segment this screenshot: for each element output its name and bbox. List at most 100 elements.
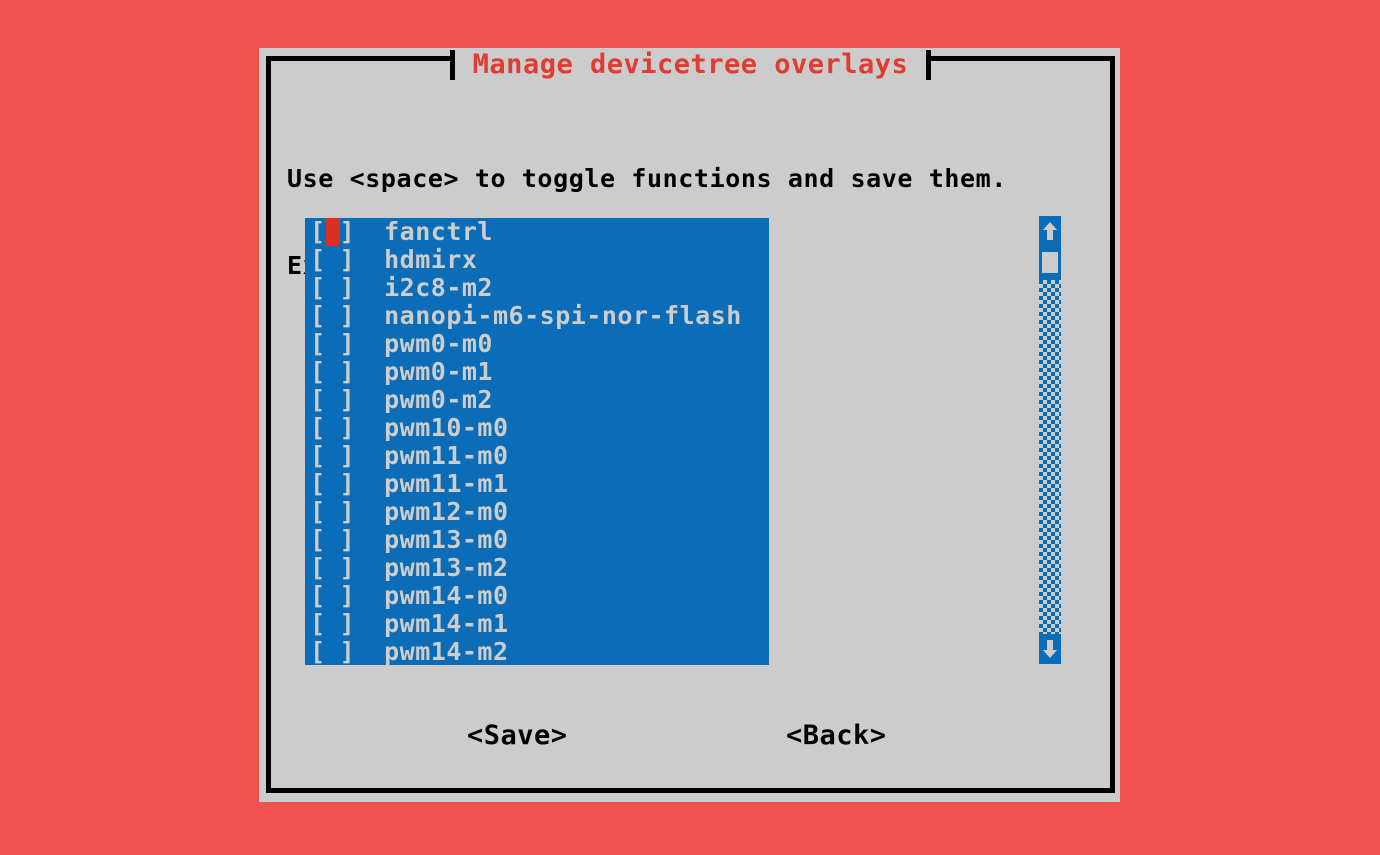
checkbox-mark (326, 414, 340, 442)
list-item[interactable]: [ ] pwm10-m0 (305, 414, 769, 442)
scrollbar-track[interactable] (1039, 280, 1061, 634)
checkbox[interactable]: [ ] (310, 442, 355, 470)
list-item[interactable]: [ ] hdmirx (305, 246, 769, 274)
list-item-label: pwm0-m0 (384, 329, 493, 358)
checkbox[interactable]: [ ] (310, 498, 355, 526)
list-item[interactable]: [ ] pwm0-m0 (305, 330, 769, 358)
checkbox-bracket-open: [ (310, 525, 326, 554)
checkbox-bracket-open: [ (310, 329, 326, 358)
checkbox-bracket-open: [ (310, 441, 326, 470)
list-item-label: hdmirx (384, 245, 478, 274)
list-item-label: pwm14-m2 (384, 637, 509, 666)
scrollbar-down-button[interactable] (1039, 634, 1061, 664)
list-item[interactable]: [ ] pwm14-m1 (305, 610, 769, 638)
checkbox-bracket-close: ] (339, 497, 356, 526)
checkbox-bracket-open: [ (310, 245, 326, 274)
list-item-label: pwm10-m0 (384, 413, 509, 442)
checkbox-mark (326, 358, 340, 386)
list-item[interactable]: [ ] pwm0-m1 (305, 358, 769, 386)
checkbox[interactable]: [ ] (310, 274, 355, 302)
checkbox-mark (326, 610, 340, 638)
checkbox-bracket-open: [ (310, 497, 326, 526)
list-item-label: nanopi-m6-spi-nor-flash (384, 301, 742, 330)
screen: Manage devicetree overlays Use <space> t… (0, 0, 1380, 855)
list-item-label: pwm13-m2 (384, 553, 509, 582)
checkbox[interactable]: [ ] (310, 218, 355, 246)
checkbox-bracket-close: ] (339, 273, 356, 302)
checkbox-bracket-open: [ (310, 357, 326, 386)
list-item-label: pwm12-m0 (384, 497, 509, 526)
list-item[interactable]: [ ] pwm13-m2 (305, 554, 769, 582)
checkbox-mark (326, 498, 340, 526)
checkbox-bracket-open: [ (310, 637, 326, 666)
checkbox[interactable]: [ ] (310, 526, 355, 554)
list-item-label: pwm0-m1 (384, 357, 493, 386)
list-item-label: pwm13-m0 (384, 525, 509, 554)
checkbox-bracket-close: ] (339, 525, 356, 554)
checkbox[interactable]: [ ] (310, 610, 355, 638)
checkbox-mark (326, 302, 340, 330)
checkbox-bracket-open: [ (310, 469, 326, 498)
checkbox-mark (326, 330, 340, 358)
checkbox[interactable]: [ ] (310, 637, 356, 666)
checkbox-bracket-close: ] (339, 581, 356, 610)
list-item[interactable]: [ ] pwm11-m0 (305, 442, 769, 470)
list-item[interactable]: [ ] pwm13-m0 (305, 526, 769, 554)
overlay-checklist[interactable]: [ ] fanctrl [ ] hdmirx [ ] i2c8-m2 [ ] nanopi-m… (305, 218, 769, 665)
list-item[interactable]: [ ] nanopi-m6-spi-nor-flash (305, 302, 769, 330)
checkbox[interactable]: [ ] (310, 386, 355, 414)
list-item-label: pwm14-m0 (384, 581, 509, 610)
list-item-label: pwm14-m1 (384, 609, 509, 638)
checkbox-bracket-open: [ (310, 385, 326, 414)
checkbox-bracket-open: [ (310, 553, 326, 582)
checkbox-mark (326, 526, 340, 554)
checkbox-bracket-close: ] (339, 245, 356, 274)
checkbox-bracket-close: ] (339, 218, 356, 246)
list-item[interactable]: [ ] pwm14-m0 (305, 582, 769, 610)
checkbox-mark (326, 246, 340, 274)
save-button[interactable]: <Save> (467, 720, 568, 752)
checkbox-bracket-close: ] (339, 357, 356, 386)
checkbox[interactable]: [ ] (310, 302, 355, 330)
list-item[interactable]: [ ] i2c8-m2 (305, 274, 769, 302)
checkbox-bracket-close: ] (339, 637, 356, 666)
list-item[interactable]: [ ] pwm12-m0 (305, 498, 769, 526)
checkbox[interactable]: [ ] (310, 582, 355, 610)
checkbox[interactable]: [ ] (310, 470, 355, 498)
scrollbar-up-button[interactable] (1039, 216, 1061, 246)
checkbox-bracket-open: [ (310, 581, 326, 610)
checkbox-bracket-close: ] (339, 441, 356, 470)
checkbox-bracket-open: [ (310, 218, 326, 246)
scrollbar[interactable] (1039, 216, 1061, 664)
list-item[interactable]: [ ] fanctrl (305, 218, 769, 246)
checkbox[interactable]: [ ] (310, 330, 355, 358)
list-item-label: pwm0-m2 (384, 385, 493, 414)
scrollbar-thumb[interactable] (1042, 252, 1058, 273)
list-item[interactable]: [ ] pwm11-m1 (305, 470, 769, 498)
checkbox-mark (326, 442, 340, 470)
checkbox-bracket-close: ] (339, 553, 356, 582)
checkbox-bracket-open: [ (310, 273, 326, 302)
checkbox-bracket-close: ] (339, 609, 356, 638)
checkbox-mark (326, 638, 340, 665)
checkbox-bracket-close: ] (339, 301, 356, 330)
arrow-up-icon (1042, 221, 1058, 241)
checkbox-mark (326, 470, 340, 498)
checkbox[interactable]: [ ] (310, 554, 355, 582)
checkbox-bracket-close: ] (339, 469, 356, 498)
checkbox-bracket-close: ] (339, 413, 356, 442)
checkbox-bracket-close: ] (339, 385, 356, 414)
arrow-down-icon (1042, 639, 1058, 659)
checkbox-mark (326, 554, 340, 582)
list-item-label: i2c8-m2 (384, 273, 493, 302)
list-item-label: pwm11-m1 (384, 469, 509, 498)
checkbox[interactable]: [ ] (310, 358, 355, 386)
checkbox-bracket-open: [ (310, 301, 326, 330)
checkbox[interactable]: [ ] (310, 246, 355, 274)
checkbox-bracket-close: ] (339, 329, 356, 358)
checkbox-mark (326, 582, 340, 610)
checkbox[interactable]: [ ] (310, 414, 355, 442)
list-item[interactable]: [ ] pwm14-m2 (305, 637, 769, 666)
back-button[interactable]: <Back> (786, 720, 887, 752)
list-item[interactable]: [ ] pwm0-m2 (305, 386, 769, 414)
